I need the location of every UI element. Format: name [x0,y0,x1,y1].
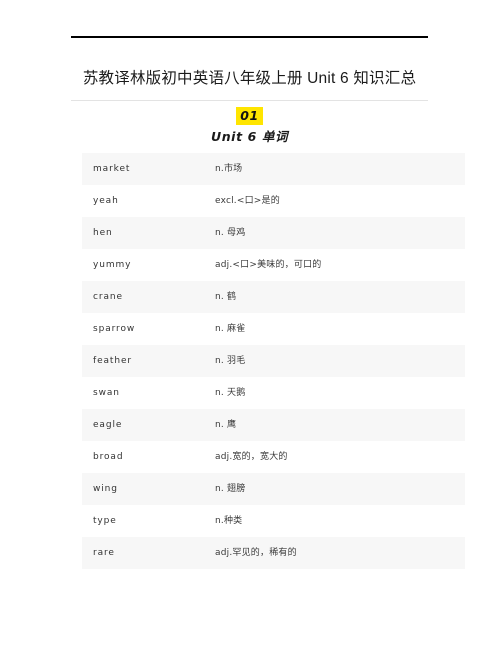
vocab-meaning-cell: n. 鹰 [215,419,237,430]
section-subtitle: Unit 6 单词 [210,129,289,144]
table-row: swan n. 天鹅 [82,377,465,409]
vocab-word-cell: rare [93,547,115,558]
vocab-meaning-cell: n. 麻雀 [215,323,246,334]
vocab-word-cell: hen [93,227,113,238]
table-row: yeah excl.<口>是的 [82,185,465,217]
table-row: sparrow n. 麻雀 [82,313,465,345]
vocab-word-cell: yummy [93,259,132,270]
title-separator-rule [71,100,428,101]
section-number-badge: 01 [236,107,263,125]
top-horizontal-rule [71,36,428,38]
section-number-container: 01 [71,107,428,125]
table-row: feather n. 羽毛 [82,345,465,377]
vocab-word-cell: wing [93,483,118,494]
vocab-meaning-cell: n. 母鸡 [215,227,246,238]
vocab-word-cell: broad [93,451,124,462]
vocab-meaning-cell: excl.<口>是的 [215,195,280,206]
vocab-word-cell: type [93,515,117,526]
vocab-meaning-cell: n. 翅膀 [215,483,246,494]
table-row: type n.种类 [82,505,465,537]
table-row: wing n. 翅膀 [82,473,465,505]
vocab-meaning-cell: adj.<口>美味的，可口的 [215,259,322,270]
table-row: rare adj.罕见的，稀有的 [82,537,465,569]
vocab-meaning-cell: adj.宽的，宽大的 [215,451,288,462]
vocab-word-cell: sparrow [93,323,136,334]
vocab-meaning-cell: n. 天鹅 [215,387,246,398]
vocab-word-cell: crane [93,291,123,302]
table-row: hen n. 母鸡 [82,217,465,249]
table-row: market n.市场 [82,153,465,185]
vocab-meaning-cell: n. 鹤 [215,291,237,302]
vocab-word-cell: yeah [93,195,119,206]
table-row: broad adj.宽的，宽大的 [82,441,465,473]
vocab-word-cell: swan [93,387,120,398]
vocab-word-cell: eagle [93,419,123,430]
vocab-meaning-cell: n. 羽毛 [215,355,246,366]
vocab-word-cell: feather [93,355,132,366]
vocabulary-table: market n.市场 yeah excl.<口>是的 hen n. 母鸡 yummy adj… [82,153,465,569]
vocab-word-cell: market [93,163,131,174]
vocabulary-table-body: market n.市场 yeah excl.<口>是的 hen n. 母鸡 yummy adj… [82,153,465,569]
vocab-meaning-cell: adj.罕见的，稀有的 [215,547,297,558]
table-row: yummy adj.<口>美味的，可口的 [82,249,465,281]
vocab-meaning-cell: n.种类 [215,515,243,526]
table-row: crane n. 鹤 [82,281,465,313]
document-page: 苏教译林版初中英语八年级上册 Unit 6 知识汇总 01 Unit 6 单词 … [0,0,502,649]
table-row: eagle n. 鹰 [82,409,465,441]
vocab-meaning-cell: n.市场 [215,163,243,174]
page-title: 苏教译林版初中英语八年级上册 Unit 6 知识汇总 [82,70,417,87]
